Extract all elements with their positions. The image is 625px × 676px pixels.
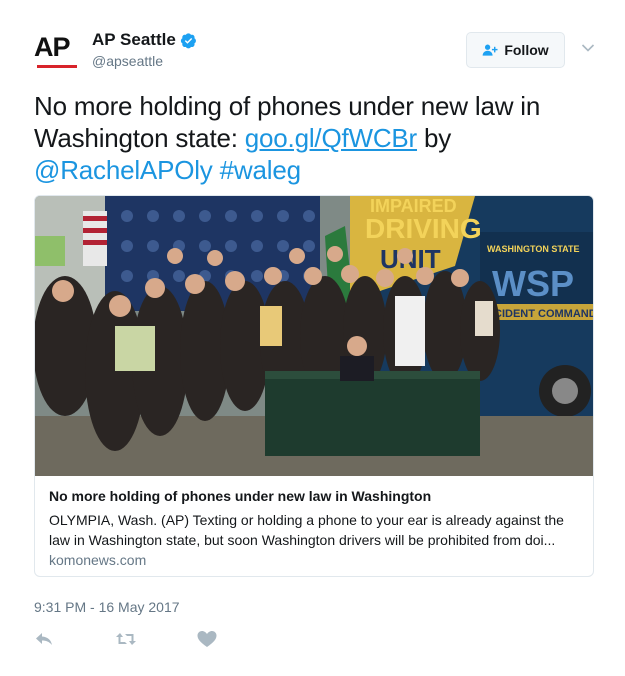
card-title[interactable]: No more holding of phones under new law … <box>49 488 431 504</box>
card-domain: komonews.com <box>49 552 147 568</box>
link-card[interactable]: IMPAIRED DRIVING UNIT WASHINGTON STATE W… <box>34 195 594 577</box>
hashtag-link[interactable]: #waleg <box>220 155 301 185</box>
verified-icon <box>180 32 196 48</box>
name-row[interactable]: AP Seattle <box>92 30 197 50</box>
avatar[interactable]: AP <box>34 32 80 78</box>
ap-logo-bar <box>37 65 77 68</box>
wsp-top-text: WASHINGTON STATE <box>487 244 580 254</box>
tweet-text: No more holding of phones under new law … <box>34 90 594 186</box>
wsp-logo-text: WSP <box>492 263 574 304</box>
ap-logo-text: AP <box>34 32 71 62</box>
chevron-down-icon[interactable] <box>581 43 595 53</box>
tweet-text-by: by <box>417 123 452 153</box>
card-image[interactable]: IMPAIRED DRIVING UNIT WASHINGTON STATE W… <box>35 196 593 476</box>
card-description: OLYMPIA, Wash. (AP) Texting or holding a… <box>49 512 564 548</box>
retweet-icon[interactable] <box>115 630 137 648</box>
mention-link[interactable]: @RachelAPOly <box>34 155 213 185</box>
reply-icon[interactable] <box>34 630 56 648</box>
follow-label: Follow <box>504 42 549 58</box>
handle[interactable]: @apseattle <box>92 53 163 69</box>
tweet-link[interactable]: goo.gl/QfWCBr <box>245 123 417 153</box>
command-text: INCIDENT COMMAND <box>483 308 593 320</box>
display-name[interactable]: AP Seattle <box>92 30 176 50</box>
banner-line2: DRIVING <box>365 213 482 244</box>
like-icon[interactable] <box>196 630 218 648</box>
follow-button[interactable]: Follow <box>466 32 565 68</box>
add-user-icon <box>482 44 498 56</box>
timestamp[interactable]: 9:31 PM - 16 May 2017 <box>34 599 180 615</box>
